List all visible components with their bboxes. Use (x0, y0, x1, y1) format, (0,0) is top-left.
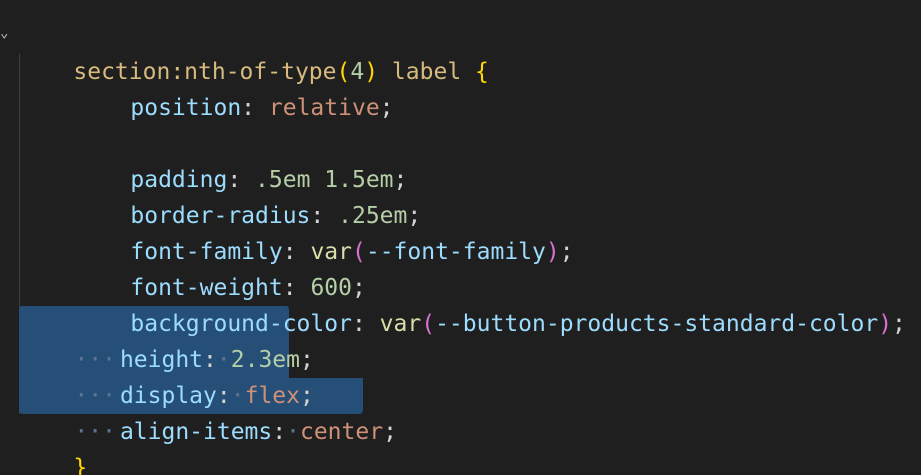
colon: : (351, 311, 366, 337)
bracket: ) (545, 239, 560, 265)
code-line[interactable]: ⌄ section:nth-of-type(4) label { (0, 18, 489, 85)
css-value: center (299, 419, 384, 445)
code-line[interactable]: font-family: var(--font-family); (75, 198, 573, 265)
semicolon: ; (379, 95, 394, 121)
bracket: ) (878, 311, 893, 337)
code-line[interactable]: padding: .5em 1.5em; (75, 126, 407, 193)
colon: : (272, 419, 287, 445)
css-property: align-items (119, 419, 273, 445)
code-line[interactable]: } (18, 414, 87, 475)
css-variable: --button-products-standard-color (435, 311, 879, 337)
colon: : (241, 95, 256, 121)
bracket: ( (421, 311, 436, 337)
code-editor[interactable]: ⌄ section:nth-of-type(4) label { position… (0, 0, 921, 475)
code-line[interactable]: position: relative; (75, 54, 393, 121)
code-line[interactable]: font-weight: 600; (75, 234, 365, 301)
chevron-down-icon[interactable]: ⌄ (0, 18, 14, 54)
code-line[interactable]: background-color: var(--button-products-… (75, 270, 906, 337)
css-value: relative (268, 95, 380, 121)
semicolon: ; (559, 239, 574, 265)
code-line-selected[interactable]: ··· align-items:·center; (19, 378, 397, 445)
code-line[interactable]: border-radius: .25em; (75, 162, 421, 229)
code-line-selected[interactable]: ··· display:·flex; (19, 342, 313, 409)
open-brace: { (475, 59, 489, 85)
css-variable: --font-family (365, 239, 546, 265)
css-function: var (379, 311, 422, 337)
semicolon: ; (383, 419, 397, 445)
close-brace: } (73, 455, 88, 475)
code-line-selected[interactable]: ··· height:·2.3em; (19, 306, 313, 373)
css-property: position (130, 95, 242, 121)
semicolon: ; (892, 311, 906, 337)
